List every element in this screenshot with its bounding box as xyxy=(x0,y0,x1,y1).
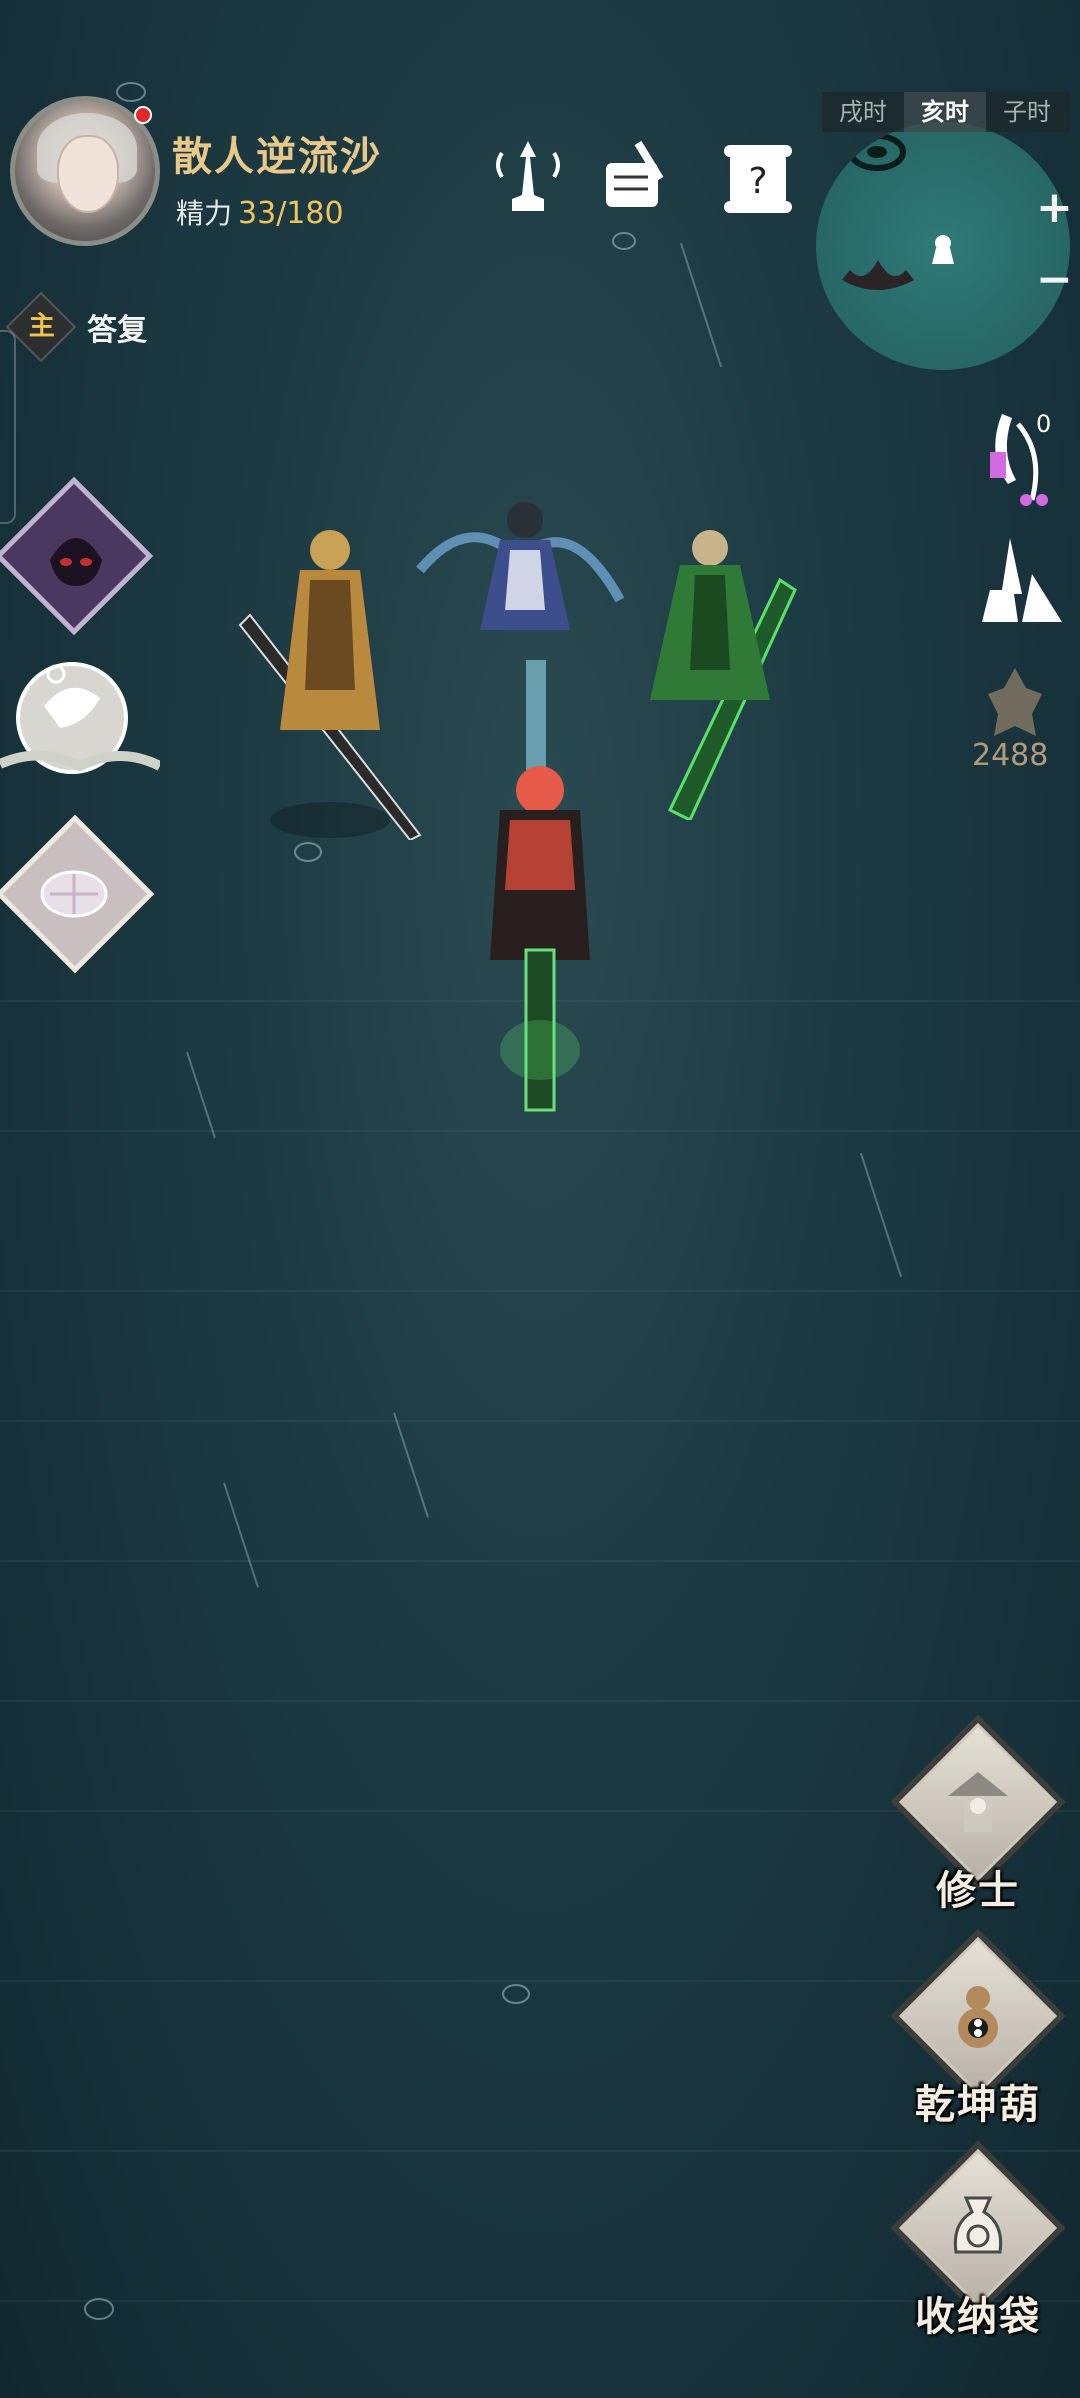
gourd-label: 乾坤葫 xyxy=(915,2082,1041,2128)
lotus-landmark-icon xyxy=(842,260,914,290)
currency-amount: 2488 xyxy=(972,738,1049,773)
time-xu: 戌时 xyxy=(839,98,887,126)
cloud-fox-icon[interactable] xyxy=(0,654,160,790)
tower-icon[interactable] xyxy=(490,135,566,217)
player-character-on-sword[interactable] xyxy=(460,660,620,1120)
energy-label: 精力 xyxy=(176,197,233,230)
cultivator-icon xyxy=(948,1772,1008,1832)
gourd-button[interactable]: 乾坤葫 xyxy=(890,1928,1066,2154)
notes-count-badge: 0 xyxy=(1036,410,1052,438)
storage-bag-icon xyxy=(953,2196,1003,2254)
main-quest-badge-label: 主 xyxy=(28,311,55,342)
cultivator-label: 修士 xyxy=(936,1868,1020,1914)
music-notes-icon[interactable] xyxy=(982,404,1064,510)
player-name: 散人逆流沙 xyxy=(172,134,382,180)
quest-scroll-icon[interactable]: ? xyxy=(720,137,796,219)
storage-bag-button[interactable]: 收纳袋 xyxy=(890,2140,1066,2366)
storage-bag-label: 收纳袋 xyxy=(915,2294,1041,2340)
time-of-day-bar: 戌时 亥时 子时 xyxy=(822,92,1070,132)
left-panel-handle[interactable] xyxy=(0,330,16,524)
time-zi: 子时 xyxy=(1003,98,1051,126)
minimap[interactable] xyxy=(816,122,1070,370)
yellow-robed-cultivator[interactable] xyxy=(230,520,440,840)
main-quest-text: 答复 xyxy=(87,313,148,348)
spirit-stone-icon xyxy=(988,668,1042,736)
main-quest-badge: 主 xyxy=(5,291,77,363)
avatar-face xyxy=(57,135,119,213)
svg-text:?: ? xyxy=(748,161,767,202)
player-map-marker xyxy=(932,235,954,264)
time-hai: 亥时 xyxy=(904,92,986,132)
mountain-peak-icon[interactable] xyxy=(974,534,1064,626)
minimap-zoom-out-button[interactable]: − xyxy=(1036,258,1073,302)
gourd-icon xyxy=(958,1986,998,2048)
main-quest-tracker[interactable]: 主 答复 xyxy=(5,291,148,363)
scroll-brush-icon[interactable] xyxy=(598,133,674,215)
energy-value: 33/180 xyxy=(238,196,344,231)
player-card[interactable]: 散人逆流沙 精力 33/180 xyxy=(0,96,480,246)
cultivator-button[interactable]: 修士 xyxy=(890,1714,1066,1940)
energy-display: 精力 33/180 xyxy=(176,192,344,232)
notification-dot xyxy=(134,106,152,124)
turtle-shell-icon xyxy=(40,870,108,918)
minimap-zoom-in-button[interactable]: + xyxy=(1036,186,1073,230)
green-robed-cultivator[interactable] xyxy=(630,520,800,820)
demon-face-icon xyxy=(50,538,102,586)
